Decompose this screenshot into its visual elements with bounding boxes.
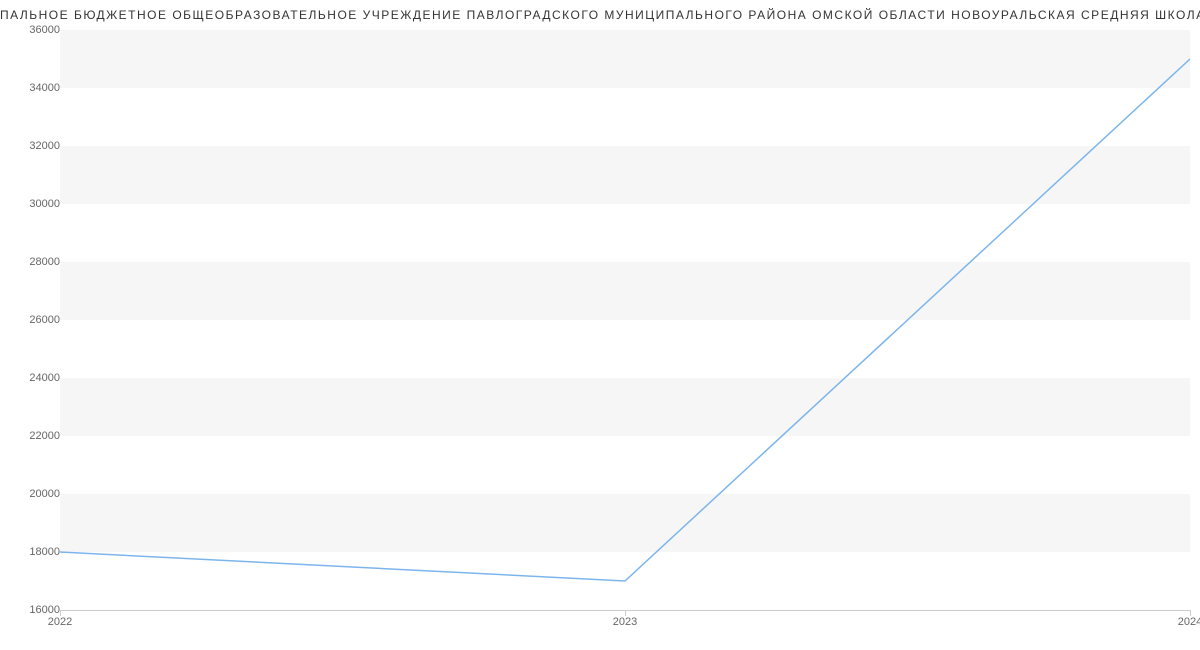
y-tick-label: 16000 bbox=[10, 604, 60, 616]
chart-plot-area bbox=[60, 30, 1190, 610]
y-tick-label: 32000 bbox=[10, 140, 60, 152]
x-tick-label: 2022 bbox=[48, 616, 72, 628]
y-tick-label: 24000 bbox=[10, 372, 60, 384]
x-tick-label: 2023 bbox=[613, 616, 637, 628]
y-tick-label: 20000 bbox=[10, 488, 60, 500]
line-series bbox=[60, 30, 1190, 610]
y-tick-label: 28000 bbox=[10, 256, 60, 268]
x-tick-label: 2024 bbox=[1178, 616, 1200, 628]
y-tick-label: 30000 bbox=[10, 198, 60, 210]
y-tick-label: 18000 bbox=[10, 546, 60, 558]
y-tick-label: 36000 bbox=[10, 24, 60, 36]
y-tick-label: 26000 bbox=[10, 314, 60, 326]
chart-title: ПАЛЬНОЕ БЮДЖЕТНОЕ ОБЩЕОБРАЗОВАТЕЛЬНОЕ УЧ… bbox=[0, 8, 1200, 22]
y-tick-label: 22000 bbox=[10, 430, 60, 442]
y-tick-label: 34000 bbox=[10, 82, 60, 94]
